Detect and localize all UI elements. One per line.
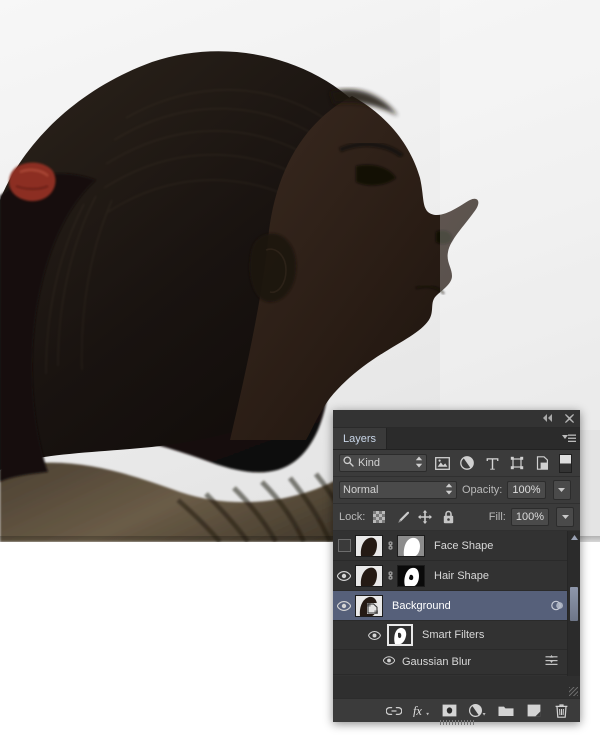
opacity-label: Opacity: [462,484,503,496]
eye-icon [337,570,351,581]
fill-label: Fill: [488,511,506,523]
layer-thumbnail[interactable] [355,534,383,557]
lock-position[interactable] [416,508,434,526]
layer-mask-link-icon[interactable] [383,569,397,582]
layer-row-background[interactable]: Background [333,591,580,621]
smart-filters-row[interactable]: Smart Filters [333,621,580,650]
stepper-icon[interactable] [445,483,453,498]
layer-thumbnail[interactable] [355,594,383,617]
lock-transparent-pixels[interactable] [370,508,388,526]
panel-menu-icon[interactable] [558,428,580,449]
smart-filter-indicator-icon[interactable] [551,599,564,612]
filter-shape-layers[interactable] [507,454,527,472]
layer-list[interactable]: Face Shape Hair Shape Background Smart F… [333,531,580,676]
layer-style-button[interactable]: fx [413,702,430,719]
opacity-dropdown-arrow[interactable] [552,480,571,500]
panel-resize-grip[interactable] [569,687,578,696]
filter-kind-select[interactable]: Kind [339,454,427,472]
blend-mode-select[interactable]: Normal [339,481,457,499]
layer-mask-button[interactable] [441,702,458,719]
layer-mask-thumbnail[interactable] [397,564,425,587]
layer-name: Face Shape [434,539,494,552]
layer-filter-row: Kind [333,450,580,477]
smart-filters-visibility-toggle[interactable] [366,621,382,650]
filter-pixel-layers[interactable] [432,454,452,472]
adjustment-layer-button[interactable] [469,702,486,719]
tab-layers[interactable]: Layers [333,428,388,449]
lock-all[interactable] [439,508,457,526]
layers-panel: Layers Kind Normal Opacity: 100% Lock: F… [333,410,580,725]
search-icon [343,456,354,470]
filter-item-gaussian-blur[interactable]: Gaussian Blur [333,650,580,675]
layer-row-face-shape[interactable]: Face Shape [333,531,580,561]
window-controls [541,411,576,425]
stepper-icon[interactable] [415,456,423,471]
blend-opacity-row: Normal Opacity: 100% [333,477,580,504]
smart-filters-label: Smart Filters [422,629,485,641]
panel-drag-grip[interactable] [439,720,474,725]
new-layer-button[interactable] [525,702,542,719]
filter-toggle-switch[interactable] [559,453,572,473]
new-group-button[interactable] [497,702,514,719]
close-icon[interactable] [563,411,576,425]
filter-visibility-toggle[interactable] [382,656,396,668]
opacity-input[interactable]: 100% [507,481,546,499]
eye-icon [367,630,381,640]
layer-list-empty-space [333,675,580,676]
filter-kind-label: Kind [358,457,381,469]
layer-list-scrollbar[interactable] [567,531,580,676]
layer-thumbnail[interactable] [355,564,383,587]
smart-filters-mask-thumbnail[interactable] [387,624,413,646]
filter-type-layers[interactable] [482,454,502,472]
layer-visibility-toggle[interactable] [333,531,355,560]
panel-tab-strip: Layers [333,428,580,450]
panel-titlebar [333,410,580,428]
scrollbar-thumb[interactable] [570,587,578,621]
link-layers-button[interactable] [385,702,402,719]
filter-blending-options-icon[interactable] [545,655,558,669]
scroll-up-arrow[interactable] [570,533,578,541]
layer-mask-thumbnail[interactable] [397,534,425,557]
layer-name: Hair Shape [434,569,490,582]
smart-object-badge [367,602,378,614]
layer-name: Background [392,599,451,612]
panel-body: Kind Normal Opacity: 100% Lock: Fill: 10… [333,450,580,676]
layer-visibility-toggle[interactable] [333,561,355,590]
fill-input[interactable]: 100% [510,508,549,526]
filter-adjustment-layers[interactable] [457,454,477,472]
tab-layers-label: Layers [343,432,377,445]
filter-name: Gaussian Blur [402,656,472,668]
fill-dropdown-arrow[interactable] [556,507,574,527]
blend-mode-value: Normal [343,484,379,496]
layer-mask-link-icon[interactable] [383,539,397,552]
lock-image-pixels[interactable] [393,508,411,526]
svg-text:fx: fx [413,704,422,717]
delete-layer-button[interactable] [553,702,570,719]
filter-smart-objects[interactable] [532,454,552,472]
visibility-off-box [337,539,351,552]
tab-strip-filler [387,428,558,449]
collapse-icon[interactable] [541,411,554,425]
layers-panel-footer: fx [333,698,580,725]
lock-fill-row: Lock: Fill: 100% [333,504,580,531]
eye-icon [382,656,396,665]
layer-row-hair-shape[interactable]: Hair Shape [333,561,580,591]
eye-icon [337,600,351,611]
lock-label: Lock: [339,511,366,523]
layer-visibility-toggle[interactable] [333,591,355,620]
